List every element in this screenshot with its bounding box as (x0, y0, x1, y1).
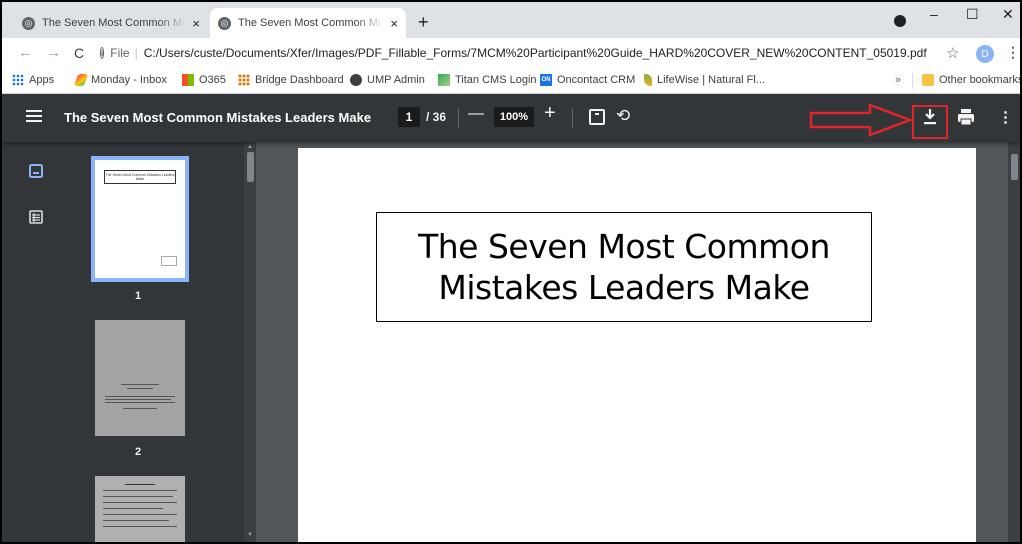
thumbnail-title: The Seven Most Common Mistakes Leaders M… (104, 170, 176, 184)
page-thumbnail[interactable]: The Seven Most Common Mistakes Leaders M… (91, 156, 189, 282)
office365-icon (182, 74, 194, 86)
tab-close-button[interactable]: × (390, 16, 398, 31)
url-scheme: File (110, 46, 130, 60)
url-text: C:/Users/custe/Documents/Xfer/Images/PDF… (143, 46, 927, 60)
bookmark-apps[interactable]: Apps (12, 74, 54, 86)
bookmarks-divider (912, 73, 913, 89)
maximize-button[interactable]: ☐ (966, 6, 979, 23)
tab-strip: ◎ The Seven Most Common Mistakes Leaders… (2, 2, 1020, 38)
reload-button[interactable]: C (74, 45, 84, 61)
bookmark-label: Oncontact CRM (557, 74, 636, 86)
fit-to-page-icon[interactable] (589, 109, 605, 125)
zoom-out-button[interactable]: — (468, 105, 484, 123)
back-button[interactable]: ← (18, 44, 33, 61)
bookmark-label: Apps (29, 74, 55, 86)
scroll-up-icon[interactable]: ▲ (247, 144, 253, 150)
sidebar-scrollbar[interactable]: ▲ ▼ (244, 142, 256, 542)
url-separator: | (134, 46, 138, 60)
globe-icon: ◎ (22, 16, 35, 30)
toolbar-divider (458, 108, 459, 128)
tab-close-button[interactable]: × (192, 16, 200, 31)
bookmark-monday[interactable]: Monday - Inbox (73, 74, 167, 86)
scroll-down-icon[interactable]: ▼ (247, 532, 253, 538)
scrollbar-thumb[interactable] (1011, 154, 1018, 180)
pdf-page: The Seven Most Common Mistakes Leaders M… (298, 148, 976, 542)
bookmark-titan[interactable]: Titan CMS Login (438, 74, 537, 86)
oncontact-icon: ON (540, 74, 552, 86)
document-title-line: Mistakes Leaders Make (438, 268, 810, 307)
rotate-icon[interactable]: ⟲ (616, 106, 630, 126)
bookmark-label: Monday - Inbox (91, 74, 167, 86)
thumbnail-sidebar: The Seven Most Common Mistakes Leaders M… (2, 142, 256, 542)
thumbnail-number: 1 (135, 290, 142, 302)
tab-active[interactable]: ◎ The Seven Most Common Mistakes Leaders… (210, 8, 406, 38)
annotation-highlight-box (912, 105, 948, 139)
page-total: / 36 (426, 110, 447, 124)
document-viewport: The Seven Most Common Mistakes Leaders M… (256, 142, 1020, 542)
bookmark-oncontact[interactable]: ON Oncontact CRM (540, 74, 635, 86)
extension-icon[interactable] (894, 15, 906, 27)
print-icon[interactable] (957, 108, 975, 126)
tab-inactive[interactable]: ◎ The Seven Most Common Mistakes Leaders… (14, 8, 208, 38)
info-icon[interactable]: i (100, 47, 105, 59)
bookmark-lifewise[interactable]: LifeWise | Natural Fl... (644, 74, 765, 86)
toolbar-divider (572, 108, 573, 128)
bookmark-label: UMP Admin (367, 74, 425, 86)
lifewise-icon (644, 74, 652, 86)
bookmark-label: Bridge Dashboard (255, 74, 344, 86)
browser-menu-icon[interactable]: ⋮ (1006, 44, 1020, 61)
more-actions-icon[interactable]: ⋮ (998, 108, 1013, 126)
minimize-button[interactable]: – (930, 6, 938, 22)
forward-button[interactable]: → (46, 44, 61, 61)
address-bar[interactable]: i File | C:/Users/custe/Documents/Xfer/I… (100, 41, 927, 65)
folder-icon (922, 74, 934, 86)
page-thumbnail[interactable] (95, 320, 185, 436)
document-title-line: The Seven Most Common (418, 227, 830, 266)
monday-icon (73, 74, 89, 86)
zoom-level-input[interactable]: 100% (494, 107, 534, 127)
other-bookmarks[interactable]: Other bookmarks (922, 74, 1020, 86)
tab-title: The Seven Most Common Mistakes Leaders M… (238, 17, 385, 29)
bridge-icon (238, 74, 250, 86)
menu-icon[interactable] (26, 110, 42, 122)
zoom-in-button[interactable]: + (544, 102, 556, 125)
outline-view-icon[interactable] (29, 210, 43, 224)
tab-title: The Seven Most Common Mistakes Leaders M… (42, 17, 186, 29)
bookmarks-bar: Apps Monday - Inbox O365 Bridge Dashboar… (2, 68, 1020, 94)
bookmark-label: Other bookmarks (939, 74, 1020, 86)
bookmark-o365[interactable]: O365 (182, 74, 226, 86)
titan-icon (438, 74, 450, 86)
bookmark-bridge[interactable]: Bridge Dashboard (238, 74, 344, 86)
thumbnails-view-icon[interactable] (29, 164, 43, 178)
address-toolbar: ← → C i File | C:/Users/custe/Documents/… (2, 38, 1020, 68)
document-scrollbar[interactable] (1008, 142, 1020, 542)
globe-icon: ◎ (218, 16, 231, 30)
page-thumbnail[interactable] (95, 476, 185, 542)
annotation-arrow (809, 103, 914, 137)
document-title-box: The Seven Most Common Mistakes Leaders M… (376, 212, 872, 322)
browser-window: ◎ The Seven Most Common Mistakes Leaders… (2, 2, 1020, 542)
close-window-button[interactable]: ✕ (1002, 6, 1014, 23)
bookmark-label: O365 (199, 74, 226, 86)
new-tab-button[interactable]: + (418, 12, 429, 33)
thumbnail-number: 2 (135, 446, 142, 458)
scrollbar-thumb[interactable] (247, 152, 254, 182)
pdf-title: The Seven Most Common Mistakes Leaders M… (64, 110, 372, 125)
profile-avatar[interactable]: D (976, 45, 994, 63)
bookmark-label: Titan CMS Login (455, 74, 537, 86)
page-number-input[interactable]: 1 (398, 107, 420, 127)
bookmark-star-icon[interactable]: ☆ (946, 44, 959, 62)
apps-grid-icon (12, 74, 24, 86)
bookmark-label: LifeWise | Natural Fl... (657, 74, 765, 86)
bookmarks-overflow-button[interactable]: » (895, 74, 901, 86)
thumbnail-logo (161, 256, 177, 266)
bookmark-ump-admin[interactable]: UMP Admin (350, 74, 425, 86)
globe-icon (350, 74, 362, 86)
